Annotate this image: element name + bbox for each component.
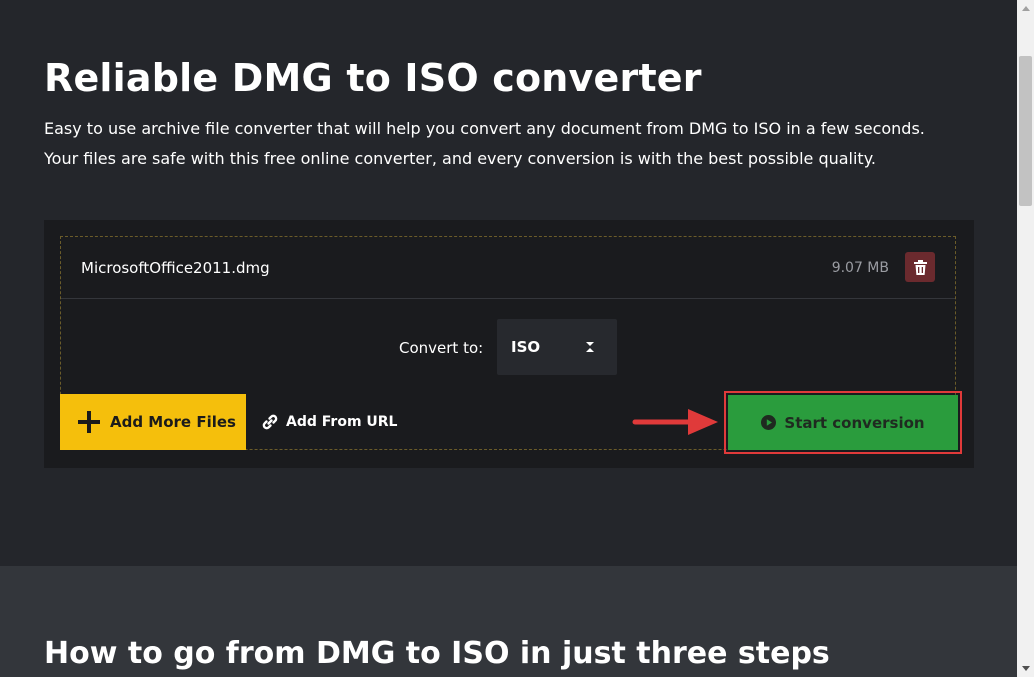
hero-section: Reliable DMG to ISO converter Easy to us… (0, 0, 1017, 566)
scroll-down-button[interactable] (1017, 660, 1034, 677)
trash-icon (913, 259, 927, 275)
convert-to-label: Convert to: (399, 339, 484, 357)
description-line-2: Your files are safe with this free onlin… (44, 149, 876, 168)
scrollbar-thumb[interactable] (1019, 56, 1032, 206)
scroll-up-button[interactable] (1017, 0, 1034, 17)
file-row: MicrosoftOffice2011.dmg 9.07 MB (61, 237, 955, 299)
file-size: 9.07 MB (831, 260, 889, 276)
target-format-value: ISO (511, 338, 541, 356)
converter-panel: MicrosoftOffice2011.dmg 9.07 MB Convert … (44, 220, 974, 468)
file-name: MicrosoftOffice2011.dmg (81, 259, 270, 277)
vertical-scrollbar[interactable] (1017, 0, 1034, 677)
chevron-down-icon (1021, 666, 1030, 671)
add-more-files-label: Add More Files (110, 413, 236, 431)
add-more-files-button[interactable]: Add More Files (60, 394, 246, 450)
play-circle-icon (761, 415, 777, 430)
delete-file-button[interactable] (905, 252, 935, 282)
start-conversion-button[interactable]: Start conversion (728, 395, 958, 450)
select-arrows-icon (586, 342, 594, 352)
description-line-1: Easy to use archive file converter that … (44, 119, 925, 138)
start-conversion-label: Start conversion (784, 413, 925, 432)
link-icon (262, 414, 278, 430)
page-title: Reliable DMG to ISO converter (44, 56, 702, 100)
target-format-select[interactable]: ISO (497, 319, 617, 375)
add-from-url-button[interactable]: Add From URL (262, 394, 397, 450)
add-from-url-label: Add From URL (286, 414, 398, 430)
steps-section-title: How to go from DMG to ISO in just three … (44, 636, 830, 671)
steps-section: How to go from DMG to ISO in just three … (0, 566, 1017, 677)
plus-icon (78, 411, 100, 433)
chevron-up-icon (1021, 6, 1030, 11)
annotation-arrow-icon (632, 409, 718, 435)
